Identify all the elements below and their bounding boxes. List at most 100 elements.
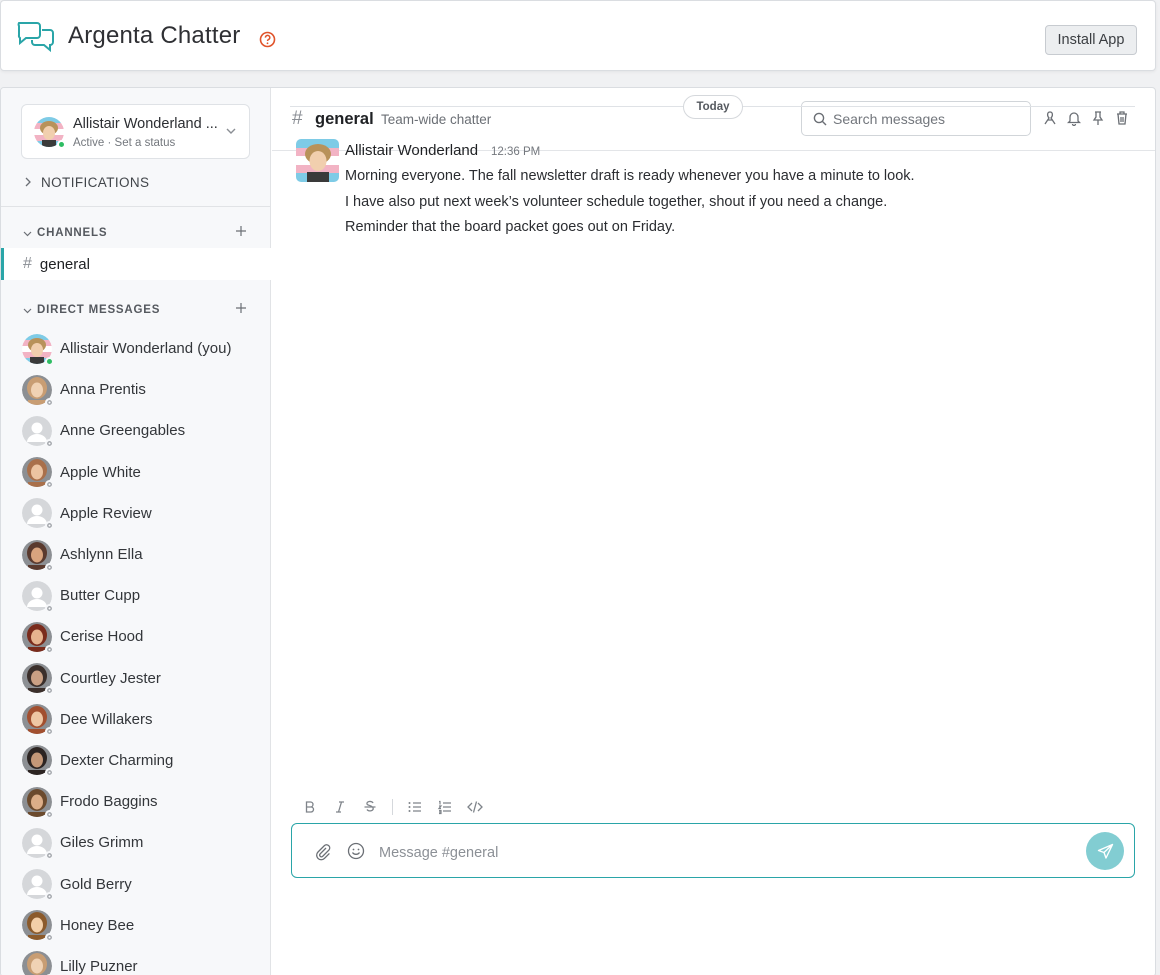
attachment-icon[interactable] [314,843,332,861]
message-line: I have also put next week’s volunteer sc… [345,193,888,210]
presence-indicator [45,686,54,696]
dm-name: Ashlynn Ella [60,546,143,564]
avatar [22,539,54,572]
avatar [22,374,54,407]
message-body: Morning everyone. The fall newsletter dr… [345,164,915,241]
sidebar-item-dm[interactable]: Gold Berry [1,863,271,904]
presence-indicator [45,480,54,490]
presence-indicator [45,727,54,737]
italic-icon[interactable] [332,799,348,815]
sidebar-item-dm[interactable]: Ashlynn Ella [1,534,271,575]
presence-indicator [45,603,54,613]
avatar [22,498,54,531]
code-icon[interactable] [467,799,483,815]
channel-name: general [39,255,90,273]
toolbar-separator [392,799,393,815]
send-button[interactable] [1086,832,1124,870]
sidebar-item-dm[interactable]: Frodo Baggins [1,781,271,822]
dm-name: Dee Willakers [60,710,153,728]
current-user-menu[interactable]: Allistair Wonderland ... Active · Set a … [21,104,250,159]
sidebar-item-dm[interactable]: Cerise Hood [1,616,271,657]
avatar [22,951,54,975]
hash-icon: # [23,255,32,272]
avatar [22,580,54,613]
emoji-icon[interactable] [347,842,365,860]
presence-indicator [45,809,54,819]
add-direct-message-icon[interactable] [235,302,247,314]
strikethrough-icon[interactable] [362,799,378,815]
help-icon[interactable] [259,31,276,48]
dm-name: Frodo Baggins [60,793,158,811]
sidebar-item-dm[interactable]: Honey Bee [1,905,271,946]
sidebar-item-dm[interactable]: Anne Greengables [1,410,271,451]
sidebar: Allistair Wonderland ... Active · Set a … [1,88,271,975]
sidebar-item-dm[interactable]: Butter Cupp [1,575,271,616]
avatar [22,333,54,366]
chevron-down-icon [23,308,32,313]
dm-name: Gold Berry [60,875,132,893]
sidebar-item-dm[interactable]: Apple Review [1,493,271,534]
dm-name: Butter Cupp [60,587,141,605]
dm-name: Cerise Hood [60,628,144,646]
dm-name: Honey Bee [60,916,135,934]
chevron-down-icon [226,128,236,134]
sidebar-item-dm[interactable]: Courtley Jester [1,658,271,699]
day-label: Today [683,95,743,119]
chevron-down-icon [23,231,32,236]
dm-name: Allistair Wonderland (you) [60,340,232,358]
numbered-list-icon[interactable] [437,799,453,815]
sidebar-item-dm[interactable]: Allistair Wonderland (you) [1,328,271,369]
dm-name: Anna Prentis [60,381,146,399]
sidebar-item-dm[interactable]: Anna Prentis [1,369,271,410]
sidebar-item-dm[interactable]: Giles Grimm [1,822,271,863]
current-user-avatar [34,117,66,149]
presence-indicator [45,892,54,902]
avatar [22,910,54,943]
message-line: Morning everyone. The fall newsletter dr… [345,168,915,184]
day-divider: Today [290,95,1135,119]
direct-messages-label: DIRECT MESSAGES [37,304,161,316]
formatting-toolbar [302,797,483,817]
avatar [22,704,54,737]
avatar [22,663,54,696]
direct-messages-list: Allistair Wonderland (you) Anna Prentis An… [1,328,271,975]
notifications-toggle[interactable]: NOTIFICATIONS [23,172,149,192]
presence-indicator [45,768,54,778]
dm-name: Anne Greengables [60,422,186,440]
app-header: Argenta Chatter Install App [0,0,1156,71]
message-author[interactable]: Allistair Wonderland [345,142,478,159]
presence-indicator [45,644,54,654]
presence-indicator [45,933,54,943]
dm-name: Courtley Jester [60,669,161,687]
chevron-right-icon [25,177,31,187]
current-user-name: Allistair Wonderland ... [73,116,218,132]
install-app-button[interactable]: Install App [1045,25,1137,55]
sidebar-item-general[interactable]: # general [1,248,271,280]
dm-name: Apple White [60,463,141,481]
bold-icon[interactable] [302,799,318,815]
current-user-status[interactable]: Active · Set a status [73,137,175,149]
presence-indicator [45,562,54,572]
dm-name: Lilly Puzner [60,957,138,975]
message-line: Reminder that the board packet goes out … [345,219,676,235]
channels-section-header[interactable]: CHANNELS [23,225,253,241]
presence-indicator [45,438,54,448]
avatar [22,827,54,860]
message-composer[interactable]: Message #general [291,823,1135,878]
avatar [22,745,54,778]
message-input-placeholder: Message #general [379,845,499,861]
dm-name: Dexter Charming [60,751,174,769]
message-avatar[interactable] [296,139,339,182]
message-timestamp: 12:36 PM [491,146,541,158]
sidebar-item-dm[interactable]: Dexter Charming [1,740,271,781]
sidebar-item-dm[interactable]: Apple White [1,452,271,493]
sidebar-item-dm[interactable]: Dee Willakers [1,699,271,740]
send-icon [1097,843,1113,859]
channels-label: CHANNELS [37,227,108,239]
dm-name: Apple Review [60,504,152,522]
bullet-list-icon[interactable] [407,799,423,815]
add-channel-icon[interactable] [235,225,247,237]
sidebar-item-dm[interactable]: Lilly Puzner [1,946,271,975]
direct-messages-section-header[interactable]: DIRECT MESSAGES [23,302,253,318]
app-title: Argenta Chatter [68,22,241,49]
